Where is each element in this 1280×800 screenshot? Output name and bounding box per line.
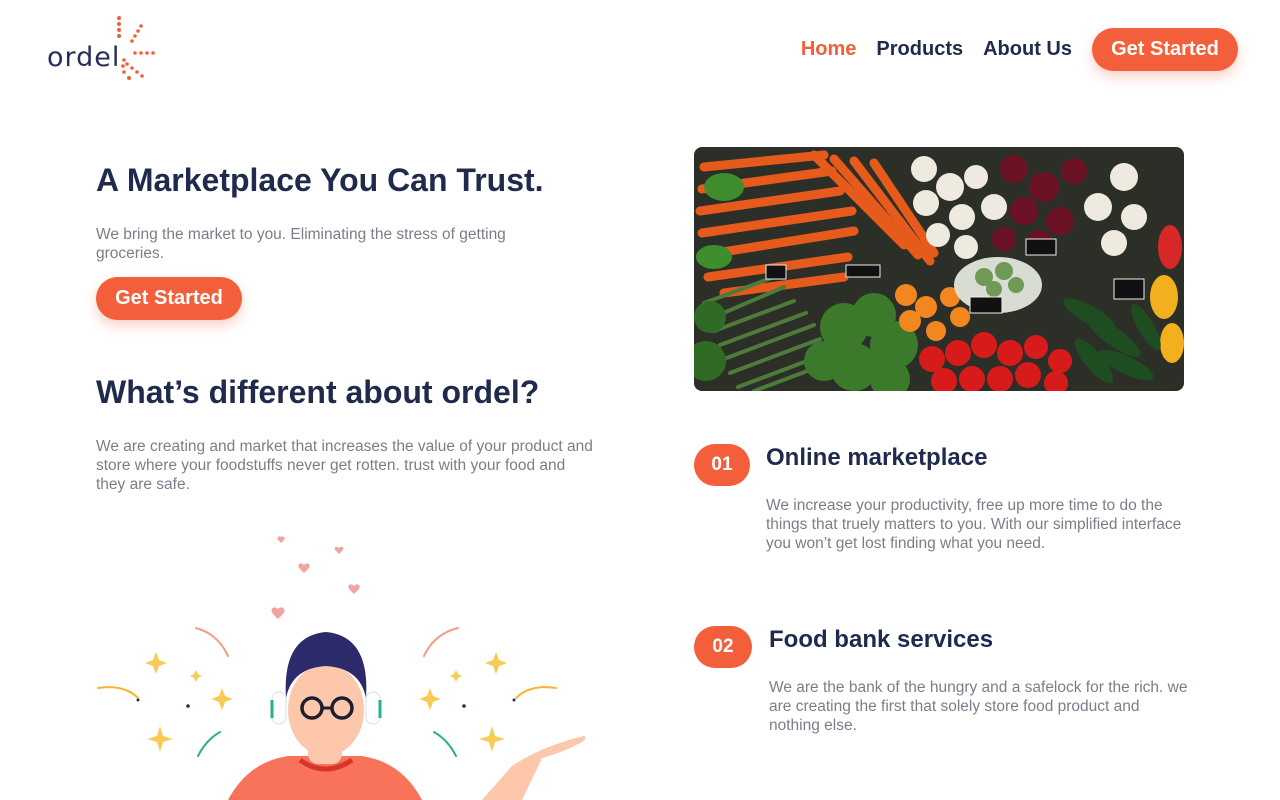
logo-wordmark: ordel — [47, 42, 121, 73]
different-section-title: What’s different about ordel? — [96, 374, 540, 410]
happy-person-illustration — [97, 536, 586, 800]
feature-title: Online marketplace — [766, 444, 988, 471]
feature-number-badge: 02 — [694, 626, 752, 668]
feature-number-badge: 01 — [694, 444, 750, 486]
nav-home-link[interactable]: Home — [801, 38, 857, 61]
hero-title: A Marketplace You Can Trust. — [96, 162, 544, 198]
hero-get-started-button[interactable]: Get Started — [96, 277, 242, 320]
feature-title: Food bank services — [769, 626, 994, 653]
logo-burst-icon — [117, 16, 155, 80]
feature-online-marketplace: 01 Online marketplace We increase your p… — [694, 442, 1194, 562]
nav-get-started-button[interactable]: Get Started — [1092, 27, 1238, 71]
nav-about-us-link[interactable]: About Us — [983, 38, 1072, 61]
nav-products-link[interactable]: Products — [876, 38, 963, 61]
feature-food-bank-services: 02 Food bank services We are the bank of… — [694, 624, 1194, 744]
feature-text: We are the bank of the hungry and a safe… — [769, 679, 1188, 734]
vegetable-market-photo — [694, 147, 1184, 391]
different-section-text: We are creating and market that increase… — [96, 438, 593, 493]
feature-text: We increase your productivity, free up m… — [766, 497, 1182, 552]
ordel-logo[interactable]: ordel — [47, 16, 159, 86]
hero-subtitle: We bring the market to you. Eliminating … — [96, 226, 506, 262]
main-nav: Home Products About Us Get Started — [801, 27, 1238, 71]
